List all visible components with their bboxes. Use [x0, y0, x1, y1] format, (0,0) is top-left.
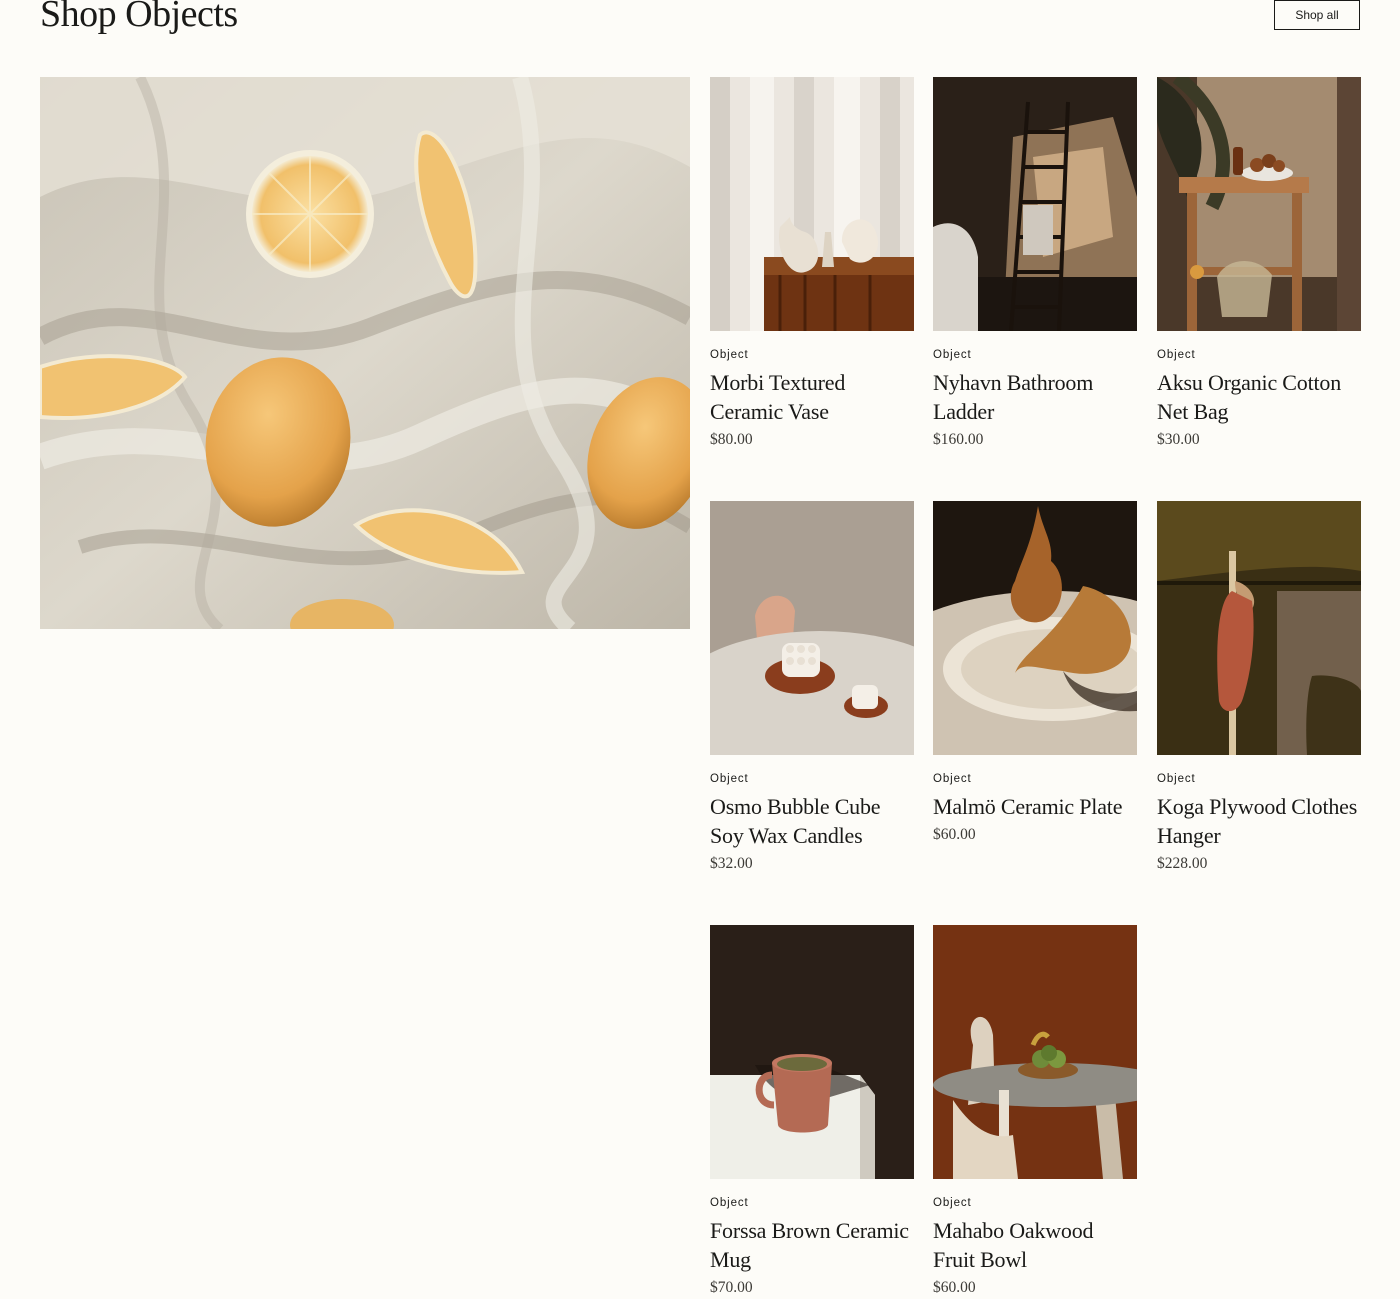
product-name: Osmo Bubble Cube Soy Wax Candles	[710, 794, 881, 848]
product-name: Forssa Brown Ceramic Mug	[710, 1218, 909, 1272]
product-price: $228.00	[1157, 855, 1208, 872]
product-card[interactable]: Object Mahabo Oakwood Fruit Bowl $60.00	[933, 925, 1137, 1299]
section-title: Shop Objects	[40, 0, 238, 35]
product-card[interactable]: Object Aksu Organic Cotton Net Bag $30.0…	[1157, 77, 1361, 451]
product-card[interactable]: Object Malmö Ceramic Plate $60.00	[933, 501, 1137, 846]
product-image-mug	[710, 925, 914, 1179]
product-price: $70.00	[710, 1279, 753, 1296]
product-price: $160.00	[933, 431, 984, 448]
product-price: $60.00	[933, 826, 976, 843]
product-category: Object	[933, 349, 972, 361]
product-category: Object	[1157, 773, 1196, 785]
product-category: Object	[933, 773, 972, 785]
product-price: $80.00	[710, 431, 753, 448]
product-card[interactable]: Object Forssa Brown Ceramic Mug $70.00	[710, 925, 914, 1299]
product-image-plate	[933, 501, 1137, 755]
product-price: $30.00	[1157, 431, 1200, 448]
product-category: Object	[710, 349, 749, 361]
product-category: Object	[1157, 349, 1196, 361]
product-name: Mahabo Oakwood Fruit Bowl	[933, 1218, 1094, 1272]
product-category: Object	[710, 773, 749, 785]
product-name: Morbi Textured Ceramic Vase	[710, 370, 846, 424]
product-card[interactable]: Object Osmo Bubble Cube Soy Wax Candles …	[710, 501, 914, 875]
product-image-vase	[710, 77, 914, 331]
product-card[interactable]: Object Nyhavn Bathroom Ladder $160.00	[933, 77, 1137, 451]
product-image-ladder	[933, 77, 1137, 331]
product-name: Koga Plywood Clothes Hanger	[1157, 794, 1358, 848]
product-image-hanger	[1157, 501, 1361, 755]
featured-image-lemons[interactable]	[40, 77, 690, 629]
product-image-net-bag	[1157, 77, 1361, 331]
lemons-photo	[40, 77, 690, 629]
product-name: Malmö Ceramic Plate	[933, 794, 1123, 819]
product-price: $60.00	[933, 1279, 976, 1296]
product-card[interactable]: Object Koga Plywood Clothes Hanger $228.…	[1157, 501, 1361, 875]
product-category: Object	[710, 1197, 749, 1209]
product-name: Aksu Organic Cotton Net Bag	[1157, 370, 1342, 424]
product-price: $32.00	[710, 855, 753, 872]
shop-all-button[interactable]: Shop all	[1274, 0, 1360, 30]
product-category: Object	[933, 1197, 972, 1209]
product-name: Nyhavn Bathroom Ladder	[933, 370, 1094, 424]
product-image-candles	[710, 501, 914, 755]
product-image-fruit-bowl	[933, 925, 1137, 1179]
product-card[interactable]: Object Morbi Textured Ceramic Vase $80.0…	[710, 77, 914, 451]
